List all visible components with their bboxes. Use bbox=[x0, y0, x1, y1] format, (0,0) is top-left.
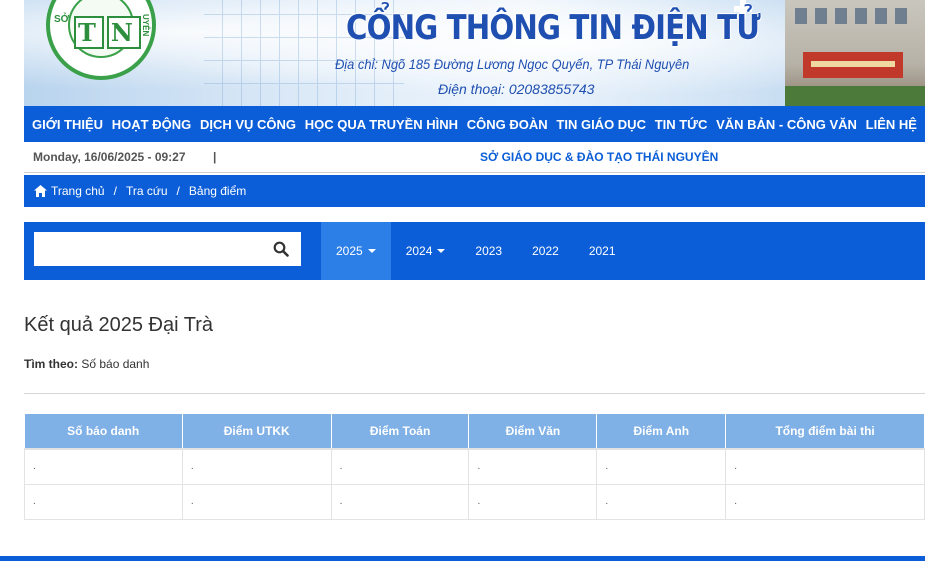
nav-item-tin-giao-duc[interactable]: TIN GIÁO DỤC bbox=[556, 117, 646, 132]
breadcrumb-current: Bảng điểm bbox=[188, 184, 247, 198]
logo-letters: TN bbox=[74, 16, 144, 49]
tab-year-2022[interactable]: 2022 bbox=[517, 222, 574, 280]
table-cell: . bbox=[596, 483, 727, 520]
results-table: Số báo danh Điểm UTKK Điểm Toán Điểm Văn… bbox=[24, 414, 925, 520]
table-cell: . bbox=[181, 448, 332, 485]
nav-item-hoat-dong[interactable]: HOẠT ĐỘNG bbox=[112, 117, 191, 132]
table-cell: . bbox=[24, 448, 183, 485]
column-header-diem-anh: Điểm Anh bbox=[596, 414, 727, 450]
tab-year-2023[interactable]: 2023 bbox=[460, 222, 517, 280]
column-header-diem-van: Điểm Văn bbox=[468, 414, 598, 450]
tab-year-2025[interactable]: 2025 bbox=[321, 222, 391, 280]
column-header-tong-diem: Tổng điểm bài thi bbox=[725, 414, 925, 450]
column-header-so-bao-danh: Số báo danh bbox=[24, 414, 183, 450]
nav-item-van-ban-cong-van[interactable]: VĂN BẢN - CÔNG VĂN bbox=[716, 117, 857, 132]
nav-item-tin-tuc[interactable]: TIN TỨC bbox=[655, 117, 708, 132]
caret-down-icon bbox=[437, 249, 446, 253]
logo-letter-n: N bbox=[106, 16, 141, 49]
column-header-diem-toan: Điểm Toán bbox=[331, 414, 470, 450]
table-cell: . bbox=[24, 483, 183, 520]
tab-year-label: 2021 bbox=[588, 244, 616, 258]
table-header-row: Số báo danh Điểm UTKK Điểm Toán Điểm Văn… bbox=[24, 414, 925, 450]
site-title: CỔNG THÔNG TIN ĐIỆN TỬ bbox=[346, 8, 761, 48]
search-icon[interactable] bbox=[273, 241, 289, 257]
table-row: . . . . . . bbox=[24, 483, 925, 520]
building-photo bbox=[785, 0, 925, 106]
current-datetime: Monday, 16/06/2025 - 09:27 bbox=[33, 150, 186, 164]
year-tabs: 2025 2024 2023 2022 2021 bbox=[321, 222, 631, 280]
tab-year-label: 2023 bbox=[475, 244, 503, 258]
breadcrumb-home[interactable]: Trang chủ bbox=[51, 184, 105, 198]
table-cell: . bbox=[468, 483, 598, 520]
search-by-value: Số báo danh bbox=[81, 357, 150, 371]
footer-bar bbox=[0, 556, 925, 561]
column-header-diem-utkk: Điểm UTKK bbox=[182, 414, 332, 450]
breadcrumb-separator: / bbox=[176, 184, 180, 198]
divider bbox=[24, 393, 925, 394]
table-cell: . bbox=[725, 448, 925, 485]
logo-letter-t: T bbox=[74, 16, 104, 49]
nav-item-hoc-qua-truyen-hinh[interactable]: HỌC QUA TRUYỀN HÌNH bbox=[305, 117, 458, 132]
search-by-line: Tìm theo: Số báo danh bbox=[24, 357, 149, 371]
logo-side-text-left: SỞ bbox=[54, 14, 70, 25]
year-filter-bar: 2025 2024 2023 2022 2021 bbox=[24, 222, 925, 280]
site-address: Địa chỉ: Ngõ 185 Đường Lương Ngọc Quyến,… bbox=[335, 56, 690, 72]
table-cell: . bbox=[330, 448, 470, 485]
nav-item-dich-vu-cong[interactable]: DỊCH VỤ CÔNG bbox=[200, 117, 296, 132]
tab-year-2024[interactable]: 2024 bbox=[391, 222, 461, 280]
nav-item-gioi-thieu[interactable]: GIỚI THIỆU bbox=[32, 117, 103, 132]
breadcrumb-lookup[interactable]: Tra cứu bbox=[126, 184, 168, 198]
caret-down-icon bbox=[367, 249, 376, 253]
table-cell: . bbox=[330, 483, 470, 520]
building-sign bbox=[803, 52, 903, 78]
organization-name: SỞ GIÁO DỤC & ĐÀO TẠO THÁI NGUYÊN bbox=[480, 150, 719, 164]
tab-year-label: 2022 bbox=[532, 244, 559, 258]
tab-year-label: 2025 bbox=[336, 244, 363, 258]
breadcrumb-separator: / bbox=[113, 184, 117, 198]
main-nav: GIỚI THIỆU HOẠT ĐỘNG DỊCH VỤ CÔNG HỌC QU… bbox=[24, 106, 925, 142]
site-banner: SỞ TN UYÊN CỔNG THÔNG TIN ĐIỆN TỬ Địa ch… bbox=[24, 0, 925, 106]
nav-item-cong-doan[interactable]: CÔNG ĐOÀN bbox=[467, 117, 548, 132]
home-icon bbox=[34, 185, 47, 197]
search-input[interactable] bbox=[34, 232, 301, 266]
info-bar: Monday, 16/06/2025 - 09:27 | SỞ GIÁO DỤC… bbox=[24, 142, 925, 173]
nav-item-lien-he[interactable]: LIÊN HỆ bbox=[866, 117, 917, 132]
table-row: . . . . . . bbox=[24, 448, 925, 485]
table-cell: . bbox=[468, 448, 598, 485]
info-separator: | bbox=[213, 150, 217, 164]
search-by-label: Tìm theo: bbox=[24, 357, 78, 371]
table-cell: . bbox=[596, 448, 727, 485]
tab-year-2021[interactable]: 2021 bbox=[574, 222, 631, 280]
breadcrumb: Trang chủ / Tra cứu / Bảng điểm bbox=[24, 175, 925, 207]
table-cell: . bbox=[181, 483, 332, 520]
table-cell: . bbox=[725, 483, 925, 520]
site-phone: Điện thoại: 02083855743 bbox=[438, 81, 595, 97]
logo-side-text-right: UYÊN bbox=[141, 14, 150, 37]
site-logo[interactable]: SỞ TN UYÊN bbox=[46, 0, 156, 80]
result-title: Kết quả 2025 Đại Trà bbox=[24, 314, 214, 336]
tab-year-label: 2024 bbox=[405, 244, 433, 258]
